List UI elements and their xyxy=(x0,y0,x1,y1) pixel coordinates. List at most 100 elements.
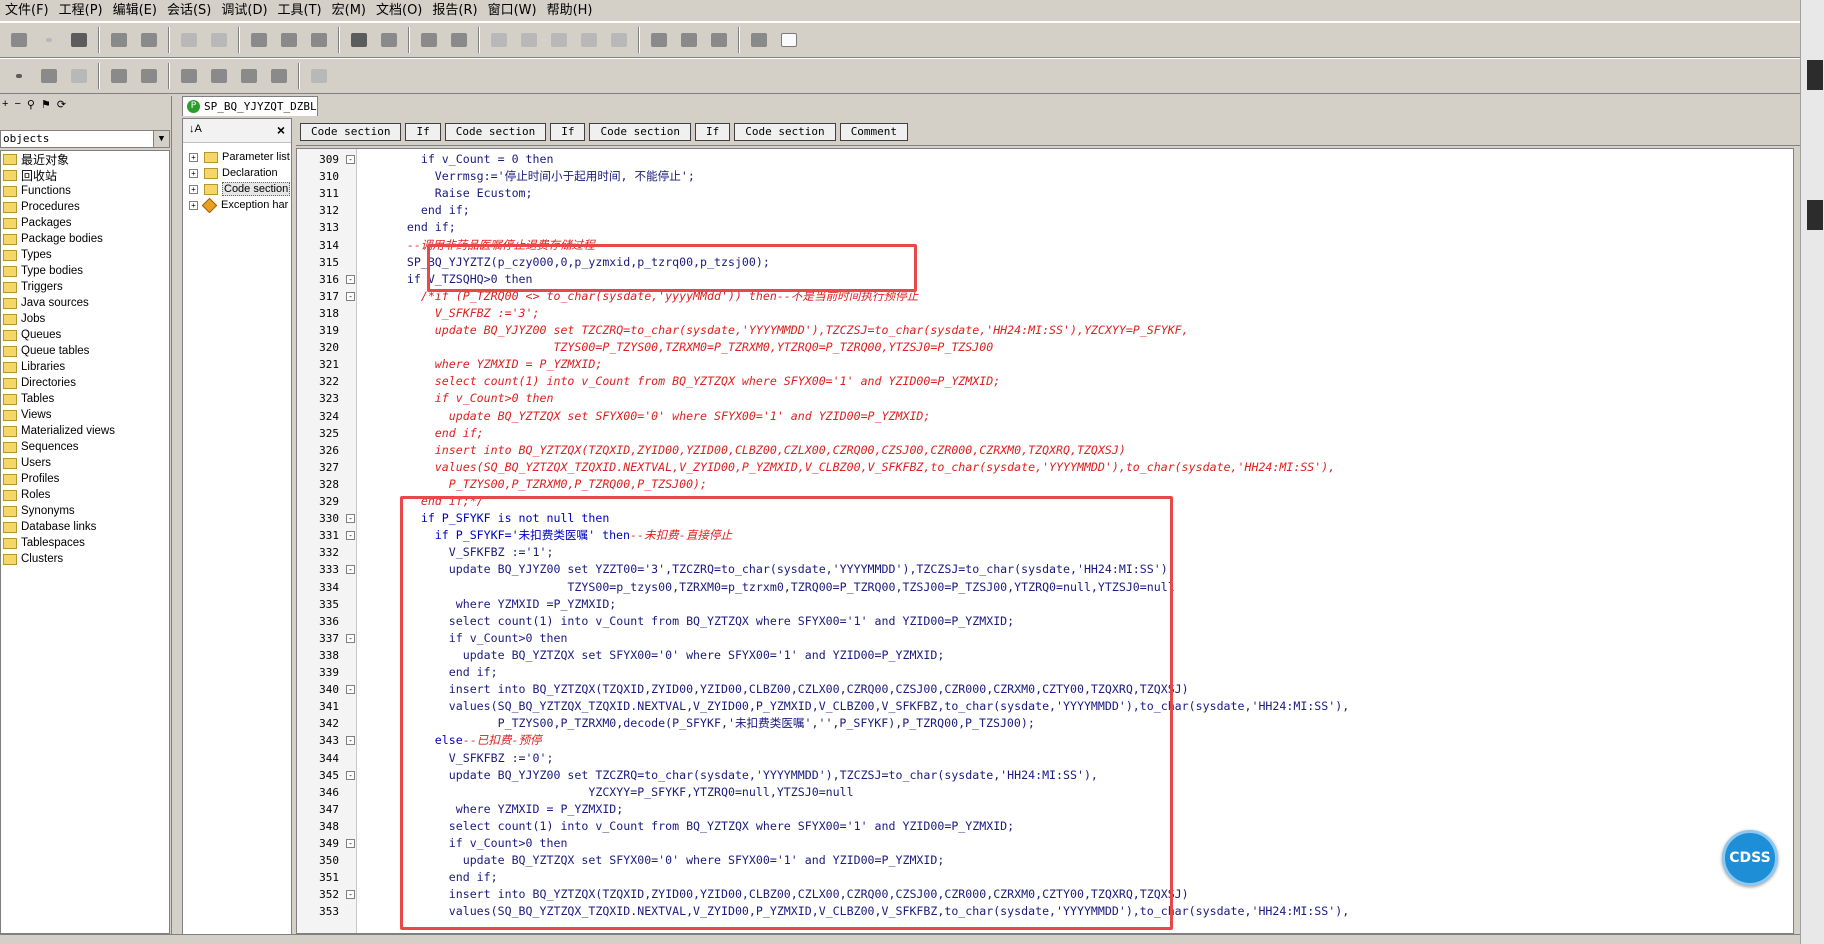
code-line[interactable]: 340- insert into BQ_YZTZQX(TZQXID,ZYID00… xyxy=(297,681,1793,698)
add-icon[interactable]: + xyxy=(2,98,8,110)
object-tree-item[interactable]: Materialized views xyxy=(1,423,169,439)
object-tree-item[interactable]: Functions xyxy=(1,183,169,199)
code-line[interactable]: 351 end if; xyxy=(297,869,1793,886)
fold-toggle-icon[interactable]: - xyxy=(346,274,355,284)
break-icon[interactable] xyxy=(678,29,700,51)
new-window-icon[interactable] xyxy=(418,29,440,51)
code-line[interactable]: 319 update BQ_YJYZ00 set TZCZRQ=to_char(… xyxy=(297,322,1793,339)
close-icon[interactable]: × xyxy=(277,122,285,138)
object-tree-item[interactable]: Types xyxy=(1,247,169,263)
menu-item[interactable]: 文档(O) xyxy=(371,0,427,22)
code-line[interactable]: 313 end if; xyxy=(297,219,1793,236)
menu-item[interactable]: 报告(R) xyxy=(427,0,482,22)
fold-toggle-icon[interactable]: - xyxy=(346,531,355,541)
code-line[interactable]: 333- update BQ_YJYZ00 set YZZT00='3',TZC… xyxy=(297,561,1793,578)
section-button[interactable]: If xyxy=(405,122,441,141)
object-tree-item[interactable]: Package bodies xyxy=(1,231,169,247)
code-line[interactable]: 334 TZYS00=p_tzys00,TZRXM0=p_tzrxm0,TZRQ… xyxy=(297,579,1793,596)
fold-toggle-icon[interactable]: - xyxy=(346,565,355,575)
help-icon[interactable] xyxy=(308,65,330,87)
code-line[interactable]: 344 V_SFKFBZ :='0'; xyxy=(297,750,1793,767)
new-program-icon[interactable] xyxy=(448,29,470,51)
code-line[interactable]: 325 end if; xyxy=(297,425,1793,442)
fold-toggle-icon[interactable]: - xyxy=(346,633,355,643)
disconnect-icon[interactable] xyxy=(68,65,90,87)
code-line[interactable]: 323 if v_Count>0 then xyxy=(297,390,1793,407)
code-editor[interactable]: 309- if v_Count = 0 then 310 Verrmsg:='停止… xyxy=(296,148,1794,934)
find-object-icon[interactable]: ⚲ xyxy=(27,98,35,111)
cut-icon[interactable] xyxy=(248,29,270,51)
redo-icon[interactable] xyxy=(208,29,230,51)
object-tree-item[interactable]: Sequences xyxy=(1,439,169,455)
copy-icon[interactable] xyxy=(278,29,300,51)
code-line[interactable]: 341 values(SQ_BQ_YZTZQX_TZQXID.NEXTVAL,V… xyxy=(297,698,1793,715)
menu-item[interactable]: 工程(P) xyxy=(54,0,108,22)
chevron-down-icon[interactable] xyxy=(8,65,30,87)
commit-icon[interactable] xyxy=(708,29,730,51)
object-tree-item[interactable]: Directories xyxy=(1,375,169,391)
code-line[interactable]: 310 Verrmsg:='停止时间小于起用时间, 不能停止'; xyxy=(297,168,1793,185)
code-line[interactable]: 343- else--已扣费-预停 xyxy=(297,732,1793,749)
report-icon[interactable] xyxy=(268,65,290,87)
outdent-icon[interactable] xyxy=(518,29,540,51)
expand-icon[interactable]: + xyxy=(189,200,198,210)
object-tree-item[interactable]: Libraries xyxy=(1,359,169,375)
code-line[interactable]: 330- if P_SFYKF is not null then xyxy=(297,510,1793,527)
menu-item[interactable]: 编辑(E) xyxy=(108,0,162,22)
object-tree-item[interactable]: Views xyxy=(1,407,169,423)
code-line[interactable]: 315 SP_BQ_YJYZTZ(p_czy000,0,p_yzmxid,p_t… xyxy=(297,254,1793,271)
code-line[interactable]: 335 where YZMXID =P_YZMXID; xyxy=(297,596,1793,613)
code-line[interactable]: 321 where YZMXID = P_YZMXID; xyxy=(297,356,1793,373)
session-icon[interactable] xyxy=(178,65,200,87)
section-button[interactable]: Code section xyxy=(300,122,402,141)
object-tree-item[interactable]: Synonyms xyxy=(1,503,169,519)
expand-icon[interactable]: + xyxy=(189,168,198,178)
code-line[interactable]: 328 P_TZYS00,P_TZRXM0,P_TZRQ00,P_TZSJ00)… xyxy=(297,476,1793,493)
fold-toggle-icon[interactable]: - xyxy=(346,770,355,780)
user-icon[interactable] xyxy=(108,65,130,87)
object-tree-item[interactable]: Users xyxy=(1,455,169,471)
fold-toggle-icon[interactable]: - xyxy=(346,155,355,164)
code-line[interactable]: 324 update BQ_YZTZQX set SFYX00='0' wher… xyxy=(297,408,1793,425)
section-button[interactable]: Comment xyxy=(839,122,909,141)
code-line[interactable]: 331- if P_SFYKF='未扣费类医嘱' then--未扣费-直接停止 xyxy=(297,527,1793,544)
menu-item[interactable]: 窗口(W) xyxy=(483,0,542,22)
menu-item[interactable]: 文件(F) xyxy=(0,0,54,22)
outline-item[interactable]: + Declaration xyxy=(183,165,291,181)
object-type-select[interactable]: objects ▼ xyxy=(0,130,170,148)
code-line[interactable]: 309- if v_Count = 0 then xyxy=(297,151,1793,168)
code-line[interactable]: 339 end if; xyxy=(297,664,1793,681)
code-line[interactable]: 338 update BQ_YZTZQX set SFYX00='0' wher… xyxy=(297,647,1793,664)
code-line[interactable]: 318 V_SFKFBZ :='3'; xyxy=(297,305,1793,322)
window-list-icon[interactable] xyxy=(778,29,800,51)
tab-procedure-editor[interactable]: P SP_BQ_YJYZQT_DZBL xyxy=(182,96,318,116)
object-tree-item[interactable]: Tables xyxy=(1,391,169,407)
object-tree-item[interactable]: Queue tables xyxy=(1,343,169,359)
cdss-floating-button[interactable]: CDSS xyxy=(1722,830,1778,886)
save-icon[interactable] xyxy=(68,29,90,51)
print-preview-icon[interactable] xyxy=(138,29,160,51)
test-icon[interactable] xyxy=(238,65,260,87)
code-line[interactable]: 345- update BQ_YJYZ00 set TZCZRQ=to_char… xyxy=(297,767,1793,784)
code-line[interactable]: 346 YZCXYY=P_SFYKF,YTZRQ0=null,YTZSJ0=nu… xyxy=(297,784,1793,801)
group-icon[interactable] xyxy=(138,65,160,87)
outline-item[interactable]: + Parameter list xyxy=(183,149,291,165)
fold-toggle-icon[interactable]: - xyxy=(346,685,355,695)
code-line[interactable]: 316- if V_TZSQHQ>0 then xyxy=(297,271,1793,288)
code-line[interactable]: 336 select count(1) into v_Count from BQ… xyxy=(297,613,1793,630)
menu-item[interactable]: 工具(T) xyxy=(273,0,327,22)
code-line[interactable]: 327 values(SQ_BQ_YZTZQX_TZQXID.NEXTVAL,V… xyxy=(297,459,1793,476)
expand-icon[interactable]: + xyxy=(189,152,198,162)
code-line[interactable]: 352- insert into BQ_YZTZQX(TZQXID,ZYID00… xyxy=(297,886,1793,903)
code-line[interactable]: 348 select count(1) into v_Count from BQ… xyxy=(297,818,1793,835)
object-tree-item[interactable]: Clusters xyxy=(1,551,169,567)
code-line[interactable]: 322 select count(1) into v_Count from BQ… xyxy=(297,373,1793,390)
object-tree-item[interactable]: Jobs xyxy=(1,311,169,327)
open-icon[interactable] xyxy=(8,29,30,51)
object-tree-item[interactable]: 最近对象 xyxy=(1,151,169,167)
object-tree-item[interactable]: Roles xyxy=(1,487,169,503)
code-line[interactable]: 317- /*if (P_TZRQ00 <> to_char(sysdate,'… xyxy=(297,288,1793,305)
object-tree-item[interactable]: 回收站 xyxy=(1,167,169,183)
object-tree-item[interactable]: Tablespaces xyxy=(1,535,169,551)
connection-icon[interactable] xyxy=(38,65,60,87)
